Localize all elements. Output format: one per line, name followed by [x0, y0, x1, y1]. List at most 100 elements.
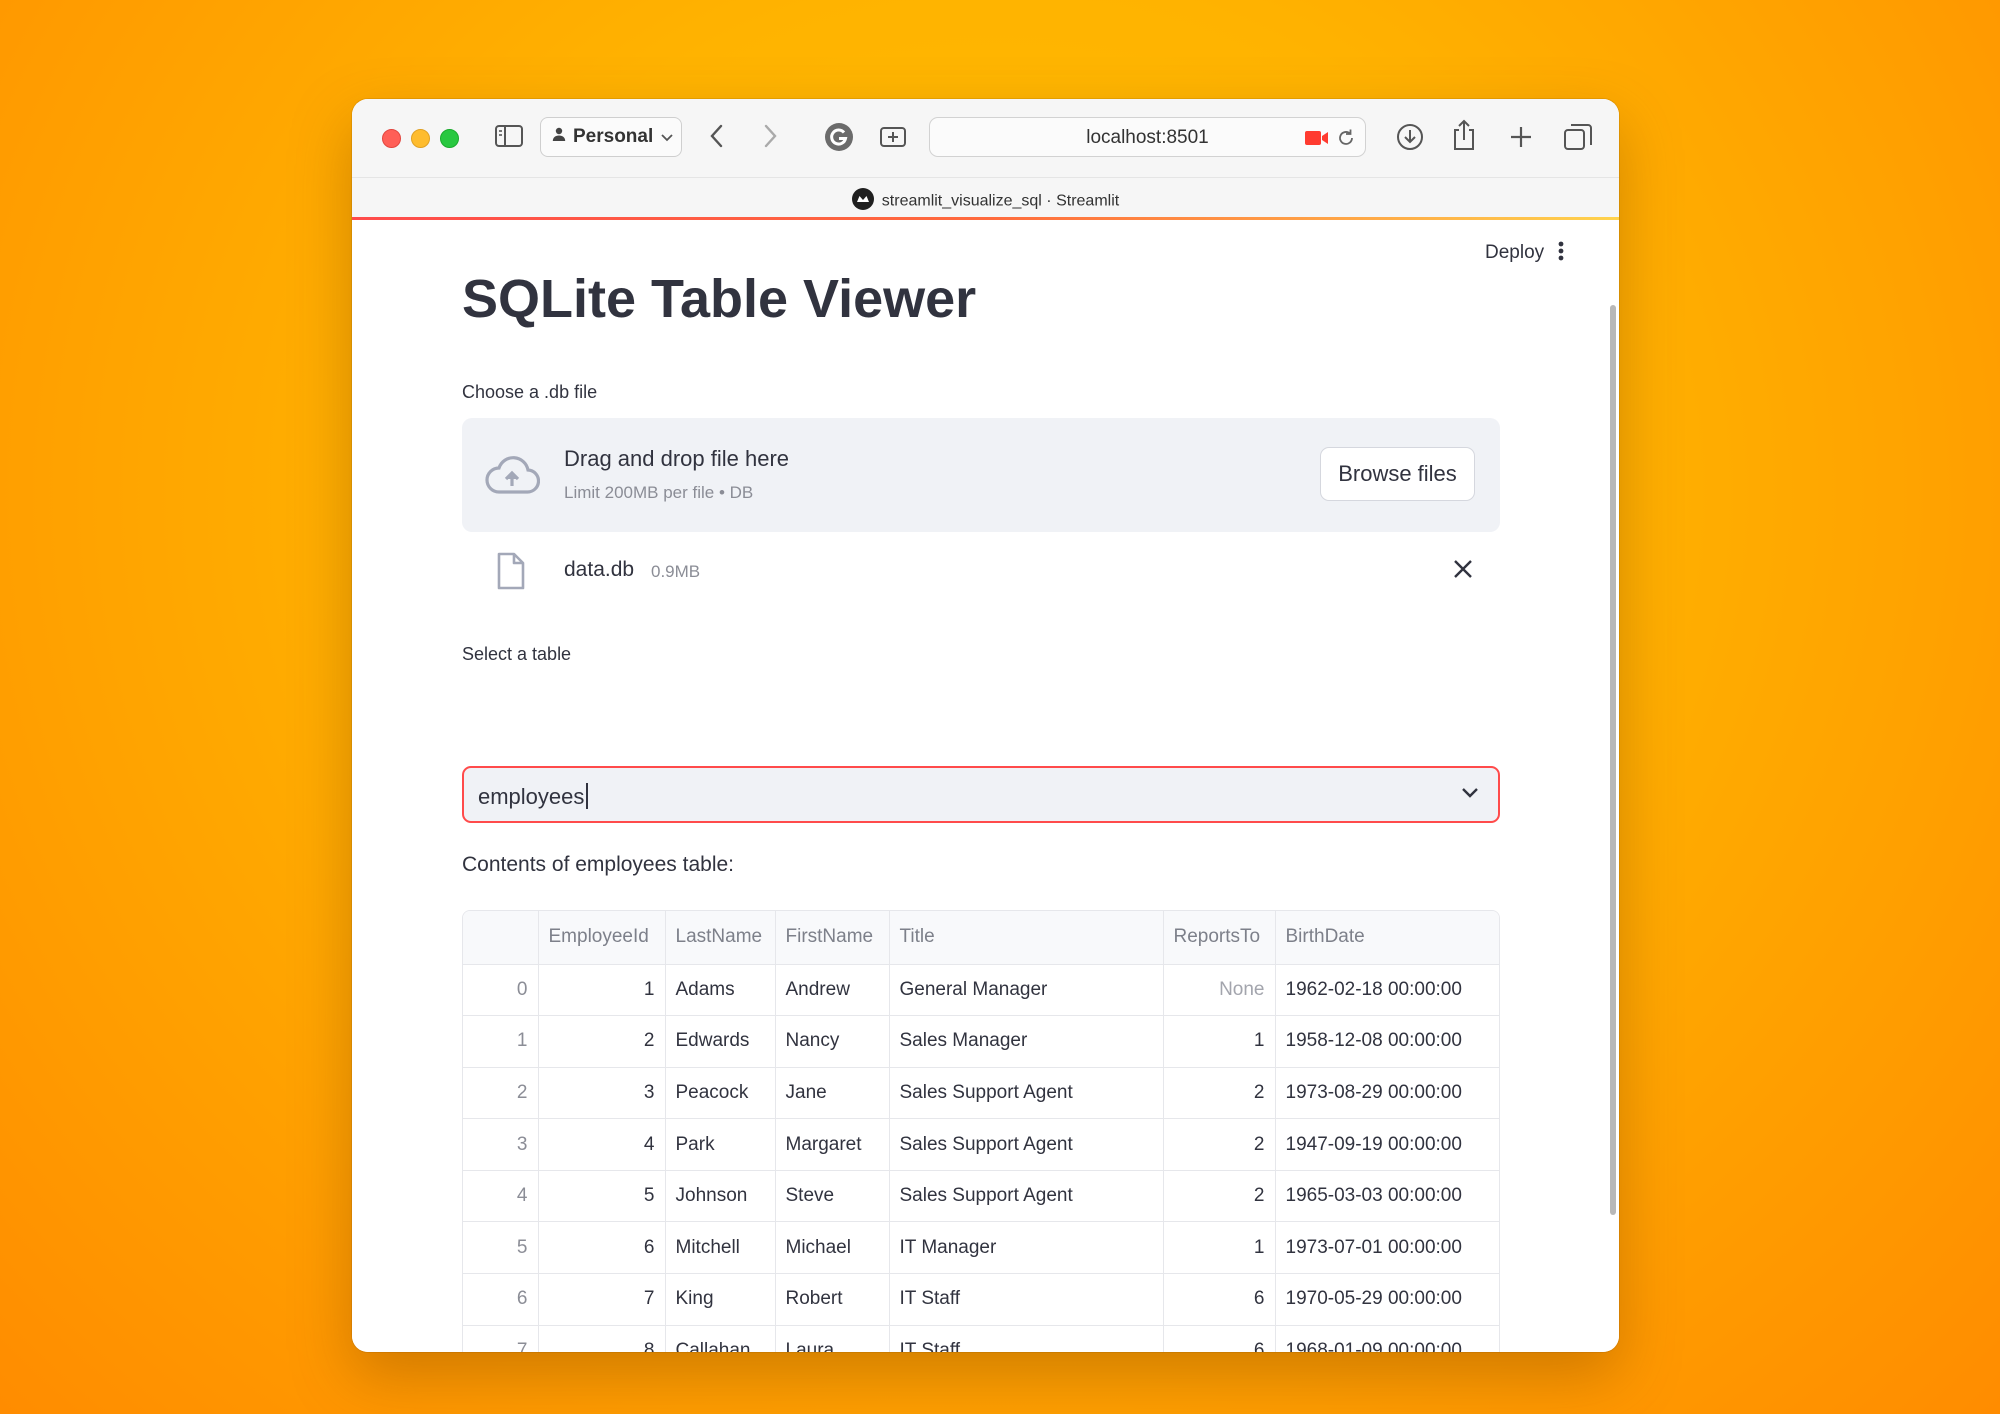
remove-file-icon[interactable]: [1452, 558, 1474, 585]
column-header[interactable]: [463, 911, 539, 965]
table-row[interactable]: 0 1 Adams Andrew General Manager None 19…: [463, 964, 1499, 1017]
column-header[interactable]: ReportsTo: [1163, 911, 1276, 965]
cloud-upload-icon: [484, 454, 541, 501]
row-index: 5: [463, 1221, 539, 1275]
cell[interactable]: 2: [538, 1015, 666, 1068]
select-label: Select a table: [462, 644, 572, 664]
cell[interactable]: Peacock: [665, 1067, 776, 1120]
app-content: Deploy SQLite Table Viewer Choose a .db …: [352, 220, 1619, 1352]
cell[interactable]: Sales Support Agent: [889, 1118, 1164, 1171]
cell[interactable]: Michael: [775, 1221, 890, 1275]
profile-label: Personal: [573, 126, 654, 147]
table-select[interactable]: employees: [462, 766, 1500, 823]
cell[interactable]: Edwards: [665, 1015, 776, 1068]
column-header[interactable]: LastName: [665, 911, 776, 965]
cell[interactable]: 1947-09-19 00:00:00: [1275, 1118, 1499, 1171]
cell[interactable]: Mitchell: [665, 1221, 776, 1275]
cell[interactable]: 4: [538, 1118, 666, 1171]
table-row[interactable]: 6 7 King Robert IT Staff 6 1970-05-29 00…: [463, 1273, 1499, 1326]
cell[interactable]: Nancy: [775, 1015, 890, 1068]
cell[interactable]: 2: [1163, 1118, 1276, 1171]
cell[interactable]: 2: [1163, 1170, 1276, 1223]
close-window-button[interactable]: [382, 129, 401, 148]
column-header[interactable]: BirthDate: [1275, 911, 1499, 965]
sidebar-toggle-icon[interactable]: [494, 123, 524, 149]
grammarly-extension-icon[interactable]: [824, 122, 854, 152]
cell[interactable]: 1958-12-08 00:00:00: [1275, 1015, 1499, 1068]
cell[interactable]: Sales Support Agent: [889, 1170, 1164, 1223]
cell[interactable]: Sales Support Agent: [889, 1067, 1164, 1120]
camera-recording-icon[interactable]: [1304, 129, 1330, 152]
table-row[interactable]: 3 4 Park Margaret Sales Support Agent 2 …: [463, 1118, 1499, 1171]
cell[interactable]: 1: [1163, 1015, 1276, 1068]
forward-icon[interactable]: [762, 123, 778, 149]
cell[interactable]: 7: [538, 1273, 666, 1326]
cell[interactable]: 1: [538, 964, 666, 1017]
cell[interactable]: 5: [538, 1170, 666, 1223]
cell[interactable]: Callahan: [665, 1325, 776, 1352]
profile-switcher[interactable]: Personal: [540, 117, 682, 157]
cell[interactable]: Steve: [775, 1170, 890, 1223]
table-row[interactable]: 4 5 Johnson Steve Sales Support Agent 2 …: [463, 1170, 1499, 1223]
cell[interactable]: Park: [665, 1118, 776, 1171]
cell[interactable]: Sales Manager: [889, 1015, 1164, 1068]
cell[interactable]: 8: [538, 1325, 666, 1352]
table-row[interactable]: 1 2 Edwards Nancy Sales Manager 1 1958-1…: [463, 1015, 1499, 1068]
file-dropzone[interactable]: Drag and drop file here Limit 200MB per …: [462, 418, 1500, 532]
share-icon[interactable]: [1451, 118, 1477, 152]
address-bar[interactable]: localhost:8501: [929, 117, 1366, 157]
column-header[interactable]: FirstName: [775, 911, 890, 965]
cell[interactable]: 1965-03-03 00:00:00: [1275, 1170, 1499, 1223]
cell[interactable]: Margaret: [775, 1118, 890, 1171]
downloads-icon[interactable]: [1395, 122, 1425, 152]
cell[interactable]: 6: [1163, 1273, 1276, 1326]
table-row[interactable]: 7 8 Callahan Laura IT Staff 6 1968-01-09…: [463, 1325, 1499, 1352]
cell[interactable]: Johnson: [665, 1170, 776, 1223]
cell[interactable]: Robert: [775, 1273, 890, 1326]
cell[interactable]: King: [665, 1273, 776, 1326]
tab-bar: streamlit_visualize_sql · Streamlit: [352, 177, 1619, 218]
main-menu-icon[interactable]: [1557, 240, 1565, 267]
minimize-window-button[interactable]: [411, 129, 430, 148]
table-row[interactable]: 2 3 Peacock Jane Sales Support Agent 2 1…: [463, 1067, 1499, 1120]
cell[interactable]: Jane: [775, 1067, 890, 1120]
reload-icon[interactable]: [1336, 128, 1356, 153]
cell[interactable]: 6: [1163, 1325, 1276, 1352]
back-icon[interactable]: [709, 123, 725, 149]
cell[interactable]: 1973-08-29 00:00:00: [1275, 1067, 1499, 1120]
cell[interactable]: 1970-05-29 00:00:00: [1275, 1273, 1499, 1326]
browser-toolbar: Personal localhost:8501: [352, 99, 1619, 177]
cell[interactable]: IT Staff: [889, 1273, 1164, 1326]
cell[interactable]: None: [1163, 964, 1276, 1017]
new-tab-icon[interactable]: [1508, 124, 1534, 150]
cell[interactable]: 6: [538, 1221, 666, 1275]
scrollbar[interactable]: [1610, 305, 1616, 1215]
tab-overview-icon[interactable]: [1563, 123, 1593, 151]
cell[interactable]: Andrew: [775, 964, 890, 1017]
deploy-button[interactable]: Deploy: [1485, 242, 1544, 264]
screenshot-extension-icon[interactable]: [879, 124, 907, 150]
zoom-window-button[interactable]: [440, 129, 459, 148]
cell[interactable]: 1968-01-09 00:00:00: [1275, 1325, 1499, 1352]
cell[interactable]: Adams: [665, 964, 776, 1017]
column-header[interactable]: Title: [889, 911, 1164, 965]
chevron-down-icon: [1461, 786, 1479, 804]
cell[interactable]: 2: [1163, 1067, 1276, 1120]
cell[interactable]: General Manager: [889, 964, 1164, 1017]
column-header[interactable]: EmployeeId: [538, 911, 666, 965]
cell[interactable]: 1962-02-18 00:00:00: [1275, 964, 1499, 1017]
select-value: employees: [478, 783, 589, 810]
cell[interactable]: 3: [538, 1067, 666, 1120]
active-tab[interactable]: streamlit_visualize_sql · Streamlit: [352, 188, 1619, 215]
cell[interactable]: Laura: [775, 1325, 890, 1352]
row-index: 2: [463, 1067, 539, 1120]
cell[interactable]: IT Manager: [889, 1221, 1164, 1275]
file-name: data.db: [564, 558, 635, 581]
cell[interactable]: IT Staff: [889, 1325, 1164, 1352]
table-row[interactable]: 5 6 Mitchell Michael IT Manager 1 1973-0…: [463, 1221, 1499, 1275]
row-index: 1: [463, 1015, 539, 1068]
data-table[interactable]: EmployeeId LastName FirstName Title Repo…: [462, 910, 1500, 1352]
cell[interactable]: 1973-07-01 00:00:00: [1275, 1221, 1499, 1275]
browse-files-button[interactable]: Browse files: [1320, 447, 1475, 501]
cell[interactable]: 1: [1163, 1221, 1276, 1275]
